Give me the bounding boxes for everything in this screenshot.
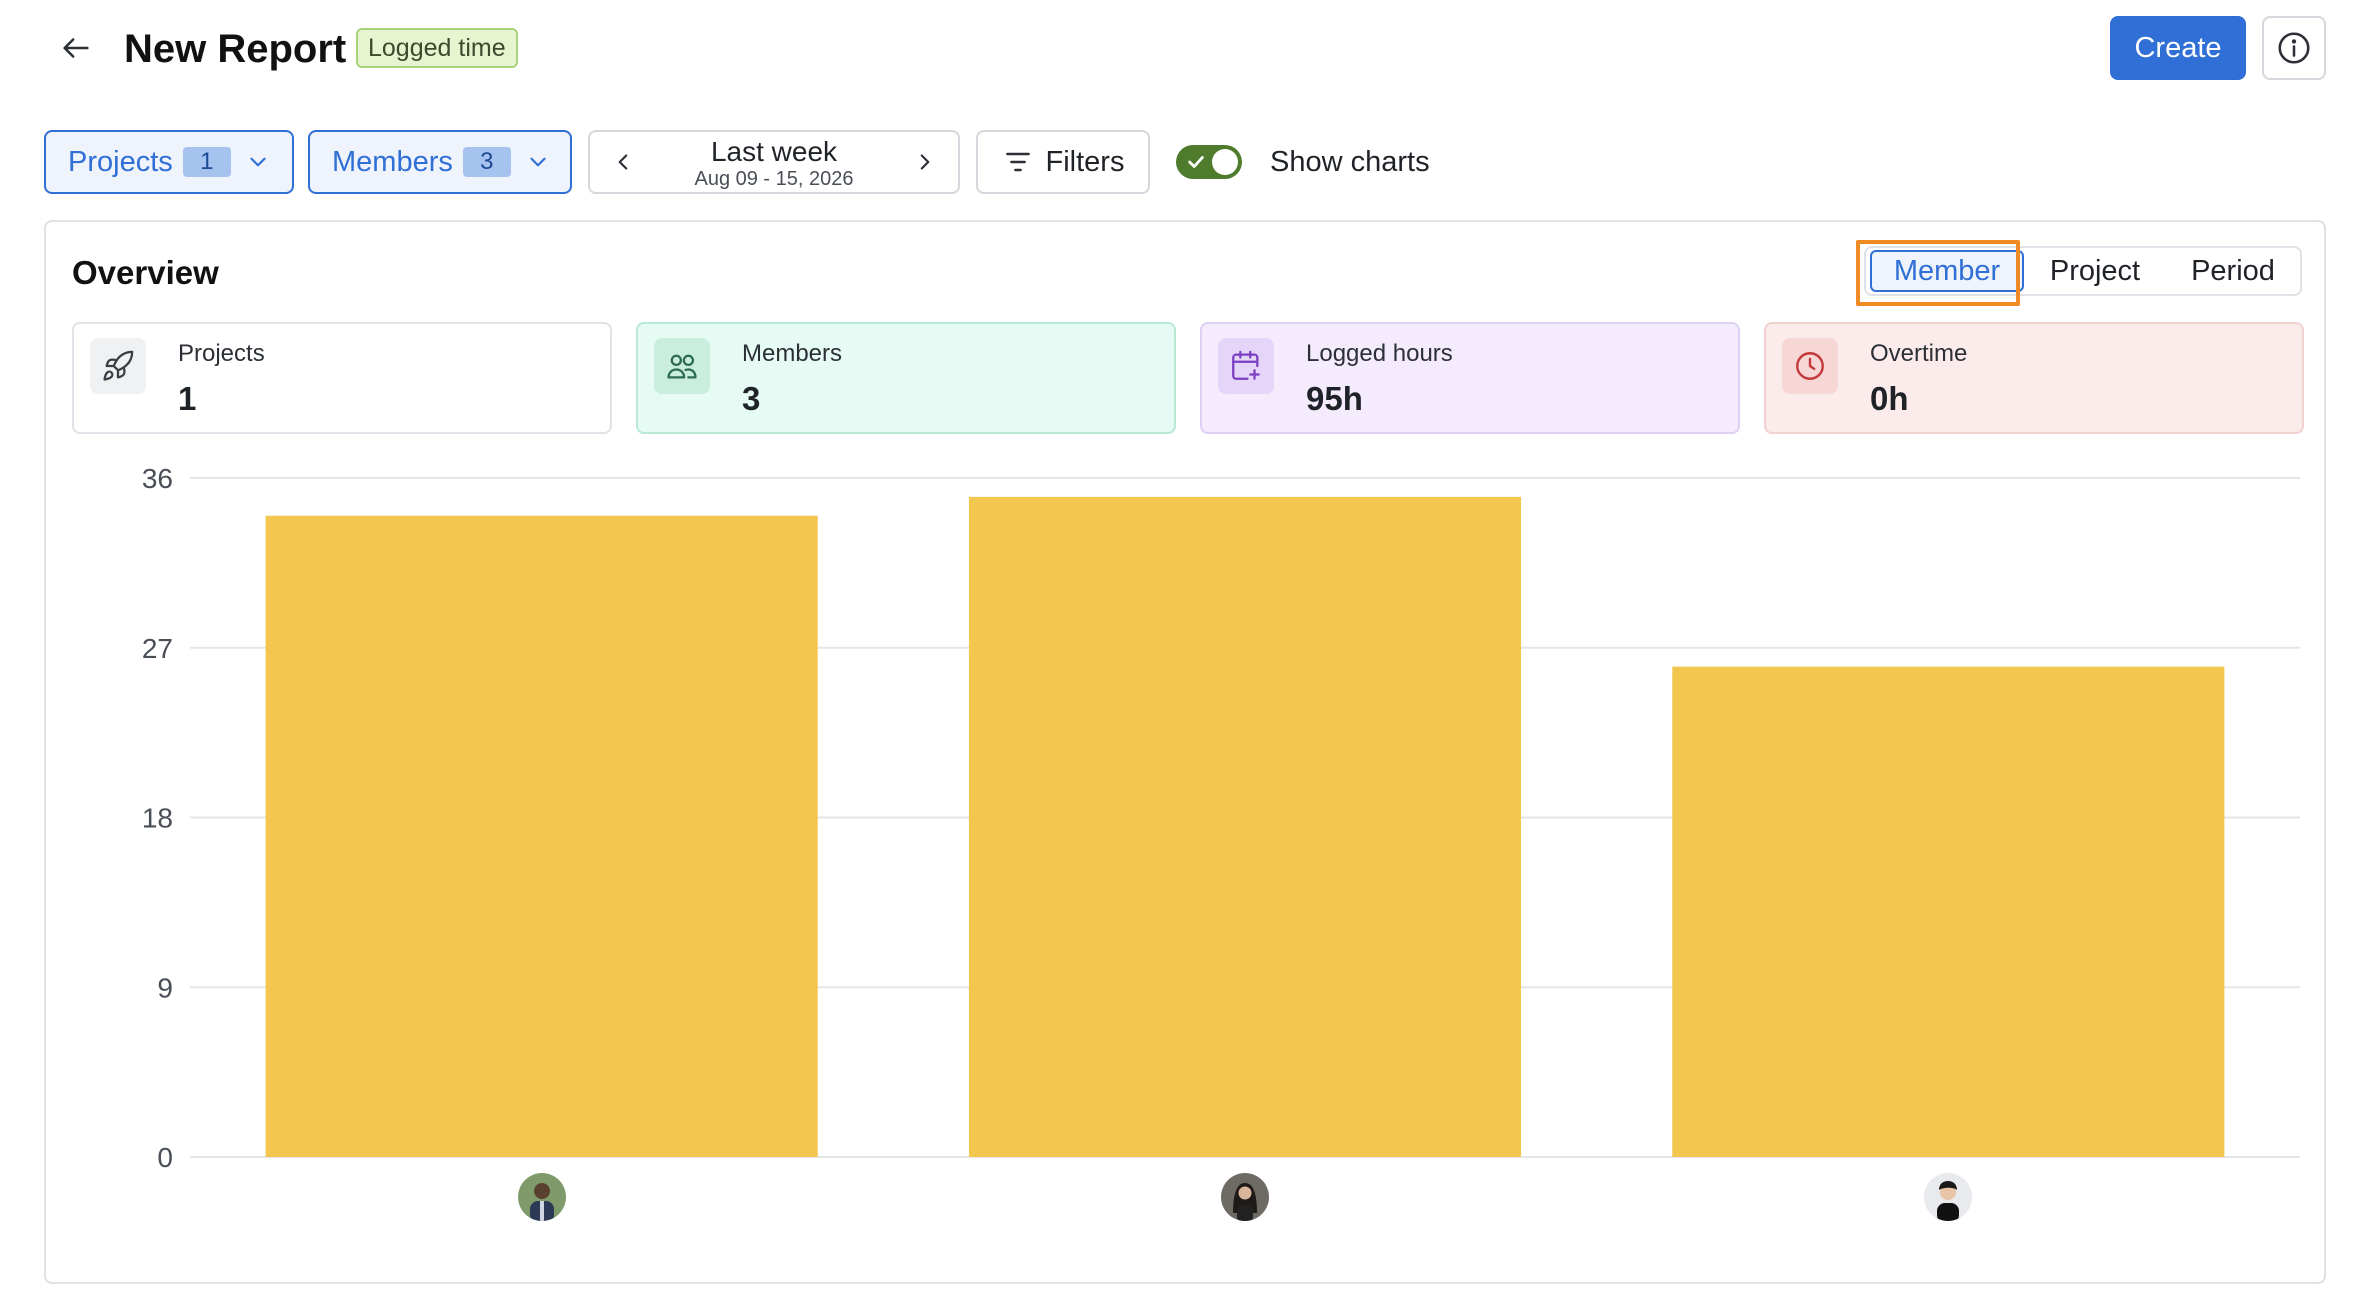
projects-stat-card: Projects 1 [72,322,612,434]
show-charts-toggle[interactable] [1176,145,1242,179]
toggle-knob [1212,149,1238,175]
overview-panel: Overview Member Project Period Projects … [44,220,2326,1284]
chevron-down-icon [245,149,271,175]
members-stat-card: Members 3 [636,322,1176,434]
show-charts-label: Show charts [1270,146,1430,178]
page-header: New Report Logged time Create [0,0,2376,100]
card-label: Members [742,340,843,367]
chevron-left-icon [618,154,628,170]
card-label: Projects [178,340,265,367]
chevron-down-icon [525,149,551,175]
logged-hours-stat-card: Logged hours 95h [1200,322,1740,434]
period-selector: Last week Aug 09 - 15, 2026 [588,130,960,194]
back-button[interactable] [50,22,102,74]
calendar-plus-icon [1218,338,1274,394]
filter-lines-icon [1005,152,1030,172]
members-filter-count: 3 [462,147,511,177]
overview-title: Overview [72,254,219,291]
card-label: Overtime [1870,340,1968,367]
clock-icon [1782,338,1838,394]
next-period-button[interactable] [900,132,950,192]
period-range: Aug 09 - 15, 2026 [694,168,854,190]
member-avatar[interactable] [1924,1173,1973,1221]
report-type-badge: Logged time [356,28,518,68]
card-value: 3 [742,380,761,417]
group-by-member-tab[interactable]: Member [1870,250,2024,292]
check-icon [1188,156,1204,168]
filters-label: Filters [1045,145,1125,178]
period-label: Last week [710,136,838,167]
card-value: 0h [1870,380,1909,417]
create-button[interactable]: Create [2110,16,2246,80]
group-by-project-tab[interactable]: Project [2030,248,2160,294]
projects-filter-dropdown[interactable]: Projects 1 [44,130,294,194]
users-icon [654,338,710,394]
members-filter-dropdown[interactable]: Members 3 [308,130,572,194]
arrow-left-icon [63,38,89,58]
member-avatar[interactable] [1221,1173,1269,1221]
previous-period-button[interactable] [598,132,648,192]
overtime-stat-card: Overtime 0h [1764,322,2304,434]
members-filter-label: Members [332,145,453,178]
group-by-segmented-control: Member Project Period [1864,246,2302,296]
page-title: New Report [124,27,347,71]
chevron-right-icon [920,154,930,170]
card-value: 95h [1306,380,1363,417]
rocket-icon [90,338,146,394]
group-by-period-tab[interactable]: Period [2166,248,2300,294]
info-button[interactable] [2262,16,2326,80]
info-icon [2278,32,2310,64]
projects-filter-count: 1 [182,147,231,177]
member-avatar[interactable] [517,1173,566,1221]
card-label: Logged hours [1306,340,1453,367]
card-value: 1 [178,380,197,417]
projects-filter-label: Projects [68,145,173,178]
filters-button[interactable]: Filters [976,130,1150,194]
